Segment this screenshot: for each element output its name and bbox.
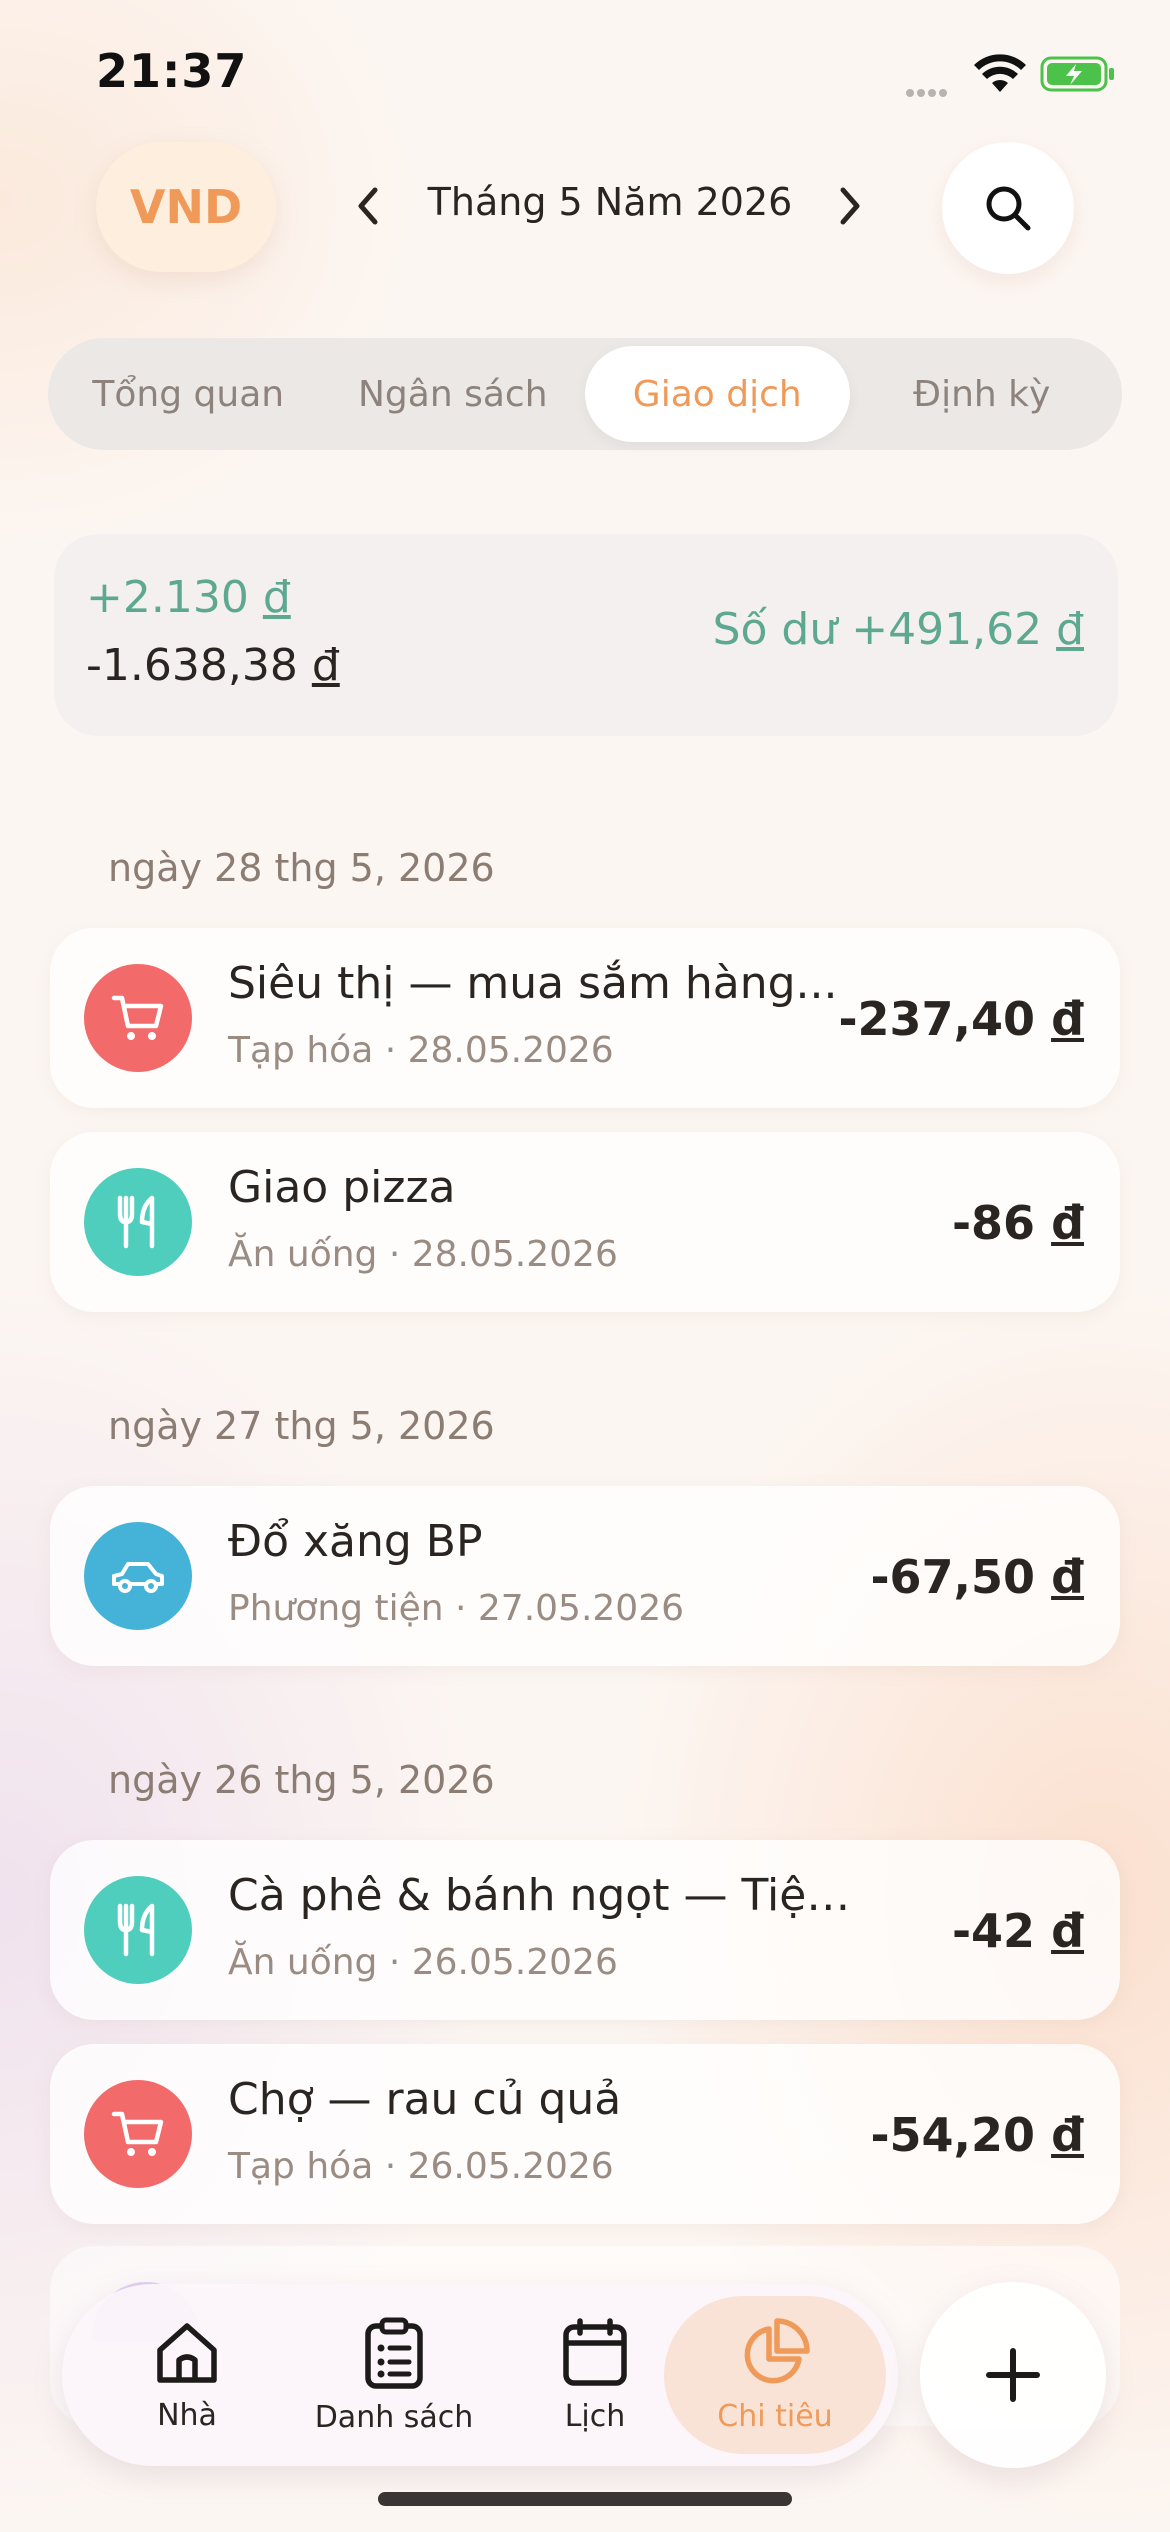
expense-total: -1.638,38 đ xyxy=(86,640,340,691)
transaction-row[interactable]: Chợ — rau củ quả Tạp hóa · 26.05.2026 -5… xyxy=(50,2044,1120,2224)
transaction-title: Chợ — rau củ quả xyxy=(228,2074,622,2125)
tabbar-item-spending[interactable]: Chi tiêu xyxy=(664,2296,886,2454)
date-header: ngày 28 thg 5, 2026 xyxy=(108,846,495,890)
previous-month-button[interactable] xyxy=(338,176,398,236)
category-badge xyxy=(84,2080,192,2188)
cart-icon xyxy=(111,2111,164,2156)
chevron-left-icon xyxy=(358,187,378,225)
pie-chart-icon xyxy=(744,2317,810,2383)
tabbar-label: Chi tiêu xyxy=(717,2398,833,2434)
tab-overview[interactable]: Tổng quan xyxy=(56,346,321,442)
chevron-right-icon xyxy=(840,187,860,225)
status-time: 21:37 xyxy=(96,44,248,98)
tab-recurring[interactable]: Định kỳ xyxy=(850,346,1115,442)
cart-icon xyxy=(111,995,164,1040)
transaction-row[interactable]: Giao pizza Ăn uống · 28.05.2026 -86 đ xyxy=(50,1132,1120,1312)
category-badge xyxy=(84,1876,192,1984)
transaction-title: Giao pizza xyxy=(228,1162,456,1213)
calendar-icon xyxy=(563,2317,627,2386)
category-badge xyxy=(84,964,192,1072)
home-indicator xyxy=(378,2492,792,2506)
transaction-subtitle: Ăn uống · 28.05.2026 xyxy=(228,1234,618,1275)
transaction-title: Cà phê & bánh ngọt — Tiệm b... xyxy=(228,1870,878,1921)
search-button[interactable] xyxy=(942,142,1074,274)
battery-icon xyxy=(1040,56,1114,92)
category-badge xyxy=(84,1168,192,1276)
fork-knife-icon xyxy=(117,1903,155,1957)
transaction-amount: -42 đ xyxy=(951,1904,1084,1958)
transaction-title: Siêu thị — mua sắm hàng... xyxy=(228,958,838,1009)
car-icon xyxy=(112,1562,164,1593)
tabbar-item-calendar[interactable]: Lịch xyxy=(530,2284,660,2466)
date-header: ngày 26 thg 5, 2026 xyxy=(108,1758,495,1802)
summary-card: +2.130 đ -1.638,38 đ Số dư +491,62 đ xyxy=(54,534,1118,736)
search-icon xyxy=(986,186,1031,231)
transaction-title: Đổ xăng BP xyxy=(228,1516,483,1567)
tab-budget[interactable]: Ngân sách xyxy=(321,346,586,442)
transaction-subtitle: Tạp hóa · 28.05.2026 xyxy=(228,1030,614,1071)
tabbar-label: Danh sách xyxy=(314,2399,474,2435)
month-title: Tháng 5 Năm 2026 xyxy=(427,180,793,224)
transaction-amount: -67,50 đ xyxy=(870,1550,1084,1604)
section-tabs: Tổng quan Ngân sách Giao dịch Định kỳ xyxy=(48,338,1122,450)
transaction-subtitle: Ăn uống · 26.05.2026 xyxy=(228,1942,618,1983)
wifi-icon xyxy=(974,54,1026,92)
cellular-signal-icon xyxy=(906,82,950,101)
plus-icon xyxy=(986,2348,1040,2402)
transaction-amount: -86 đ xyxy=(951,1196,1084,1250)
add-transaction-button[interactable] xyxy=(920,2282,1106,2468)
next-month-button[interactable] xyxy=(820,176,880,236)
bottom-tab-bar: Nhà Danh sách Lịch Chi tiêu xyxy=(62,2284,898,2466)
transaction-row[interactable]: Đổ xăng BP Phương tiện · 27.05.2026 -67,… xyxy=(50,1486,1120,1666)
category-badge xyxy=(84,1522,192,1630)
date-header: ngày 27 thg 5, 2026 xyxy=(108,1404,495,1448)
currency-selector-button[interactable]: VND xyxy=(96,142,276,272)
home-icon xyxy=(157,2322,217,2383)
tabbar-label: Nhà xyxy=(157,2397,217,2433)
transaction-subtitle: Tạp hóa · 26.05.2026 xyxy=(228,2146,614,2187)
tabbar-label: Lịch xyxy=(564,2398,626,2434)
fork-knife-icon xyxy=(117,1195,155,1249)
income-total: +2.130 đ xyxy=(86,572,291,623)
clipboard-list-icon xyxy=(365,2317,423,2389)
tabbar-item-home[interactable]: Nhà xyxy=(122,2284,252,2466)
transaction-amount: -237,40 đ xyxy=(838,992,1084,1046)
status-bar: 21:37 xyxy=(0,0,1170,140)
transaction-subtitle: Phương tiện · 27.05.2026 xyxy=(228,1588,685,1629)
transaction-row[interactable]: Siêu thị — mua sắm hàng... Tạp hóa · 28.… xyxy=(50,928,1120,1108)
transaction-amount: -54,20 đ xyxy=(870,2108,1084,2162)
tabbar-item-list[interactable]: Danh sách xyxy=(304,2284,484,2466)
balance-total: Số dư +491,62 đ xyxy=(712,604,1084,655)
transaction-row[interactable]: Cà phê & bánh ngọt — Tiệm b... Ăn uống ·… xyxy=(50,1840,1120,2020)
tab-transactions[interactable]: Giao dịch xyxy=(585,346,850,442)
